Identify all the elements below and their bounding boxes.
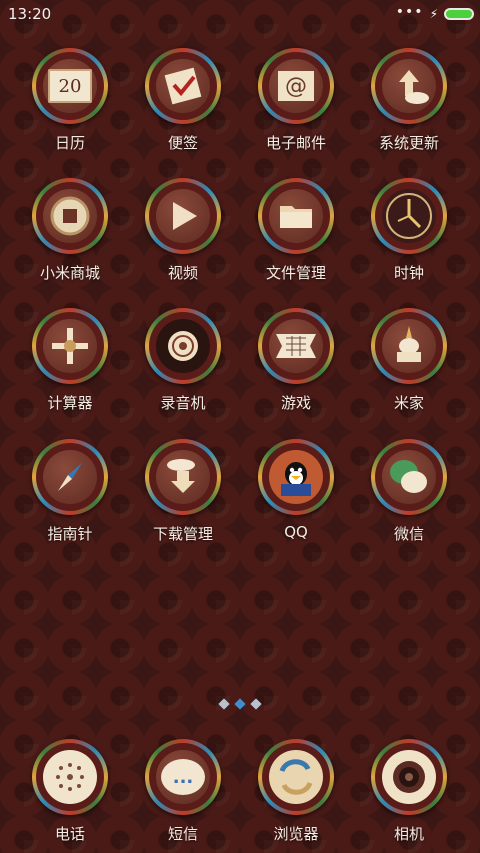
- app-notes[interactable]: 便签: [127, 48, 239, 158]
- calculator-icon: [32, 308, 108, 384]
- app-label: 电子邮件: [265, 134, 326, 152]
- app-label: 录音机: [160, 394, 206, 412]
- qq-penguin-icon: [258, 439, 334, 515]
- camera-icon: [371, 739, 447, 815]
- app-label: 时钟: [393, 264, 424, 282]
- clock-time: 13:20: [8, 5, 52, 23]
- download-icon: [145, 439, 221, 515]
- app-compass[interactable]: 指南针: [14, 439, 126, 549]
- app-label: 文件管理: [265, 264, 326, 282]
- calendar-icon: 20: [32, 48, 108, 124]
- charging-icon: ⚡: [429, 7, 438, 21]
- app-label: 相机: [393, 825, 424, 843]
- app-label: 计算器: [47, 394, 93, 412]
- app-label: 日历: [54, 134, 85, 152]
- notes-icon: [145, 48, 221, 124]
- app-file-manager[interactable]: 文件管理: [240, 178, 352, 288]
- app-wechat[interactable]: 微信: [353, 439, 465, 549]
- browser-icon: [258, 739, 334, 815]
- dock-browser[interactable]: 浏览器: [240, 739, 352, 849]
- app-label: 浏览器: [273, 825, 319, 843]
- page-dot[interactable]: [218, 698, 230, 710]
- app-clock[interactable]: 时钟: [353, 178, 465, 288]
- app-label: 游戏: [280, 394, 311, 412]
- page-dot-active[interactable]: [234, 698, 246, 710]
- app-download-manager[interactable]: 下载管理: [127, 439, 239, 549]
- game-icon: [258, 308, 334, 384]
- wechat-icon: [371, 439, 447, 515]
- app-label: 短信: [167, 825, 198, 843]
- app-mijia[interactable]: 米家: [353, 308, 465, 418]
- mi-store-icon: [32, 178, 108, 254]
- phone-icon: [32, 739, 108, 815]
- recorder-icon: [145, 308, 221, 384]
- email-icon: @: [258, 48, 334, 124]
- dock-camera[interactable]: 相机: [353, 739, 465, 849]
- app-label: QQ: [284, 523, 308, 541]
- stupa-icon: [371, 308, 447, 384]
- app-label: 下载管理: [152, 525, 213, 543]
- app-label: 小米商城: [39, 264, 100, 282]
- status-icons: ••• ⚡: [395, 4, 474, 22]
- app-label: 微信: [393, 525, 424, 543]
- status-bar: 13:20 ••• ⚡: [0, 0, 480, 28]
- app-label: 米家: [393, 394, 424, 412]
- app-video[interactable]: 视频: [127, 178, 239, 288]
- app-label: 指南针: [47, 525, 93, 543]
- app-system-update[interactable]: 系统更新: [353, 48, 465, 158]
- dock-messages[interactable]: ... 短信: [127, 739, 239, 849]
- dock-phone[interactable]: 电话: [14, 739, 126, 849]
- more-notifications-icon: •••: [395, 4, 424, 20]
- app-label: 系统更新: [378, 134, 439, 152]
- app-recorder[interactable]: 录音机: [127, 308, 239, 418]
- app-calculator[interactable]: 计算器: [14, 308, 126, 418]
- app-game[interactable]: 游戏: [240, 308, 352, 418]
- folder-icon: [258, 178, 334, 254]
- page-dot[interactable]: [250, 698, 262, 710]
- clock-icon: [371, 178, 447, 254]
- page-indicator[interactable]: [0, 698, 480, 710]
- app-label: 便签: [167, 134, 198, 152]
- app-email[interactable]: @ 电子邮件: [240, 48, 352, 158]
- compass-icon: [32, 439, 108, 515]
- message-icon: ...: [145, 739, 221, 815]
- app-label: 视频: [167, 264, 198, 282]
- video-icon: [145, 178, 221, 254]
- app-mi-store[interactable]: 小米商城: [14, 178, 126, 288]
- app-label: 电话: [54, 825, 85, 843]
- update-icon: [371, 48, 447, 124]
- app-qq[interactable]: QQ: [240, 439, 352, 549]
- battery-icon: [444, 8, 474, 20]
- app-calendar[interactable]: 20 日历: [14, 48, 126, 158]
